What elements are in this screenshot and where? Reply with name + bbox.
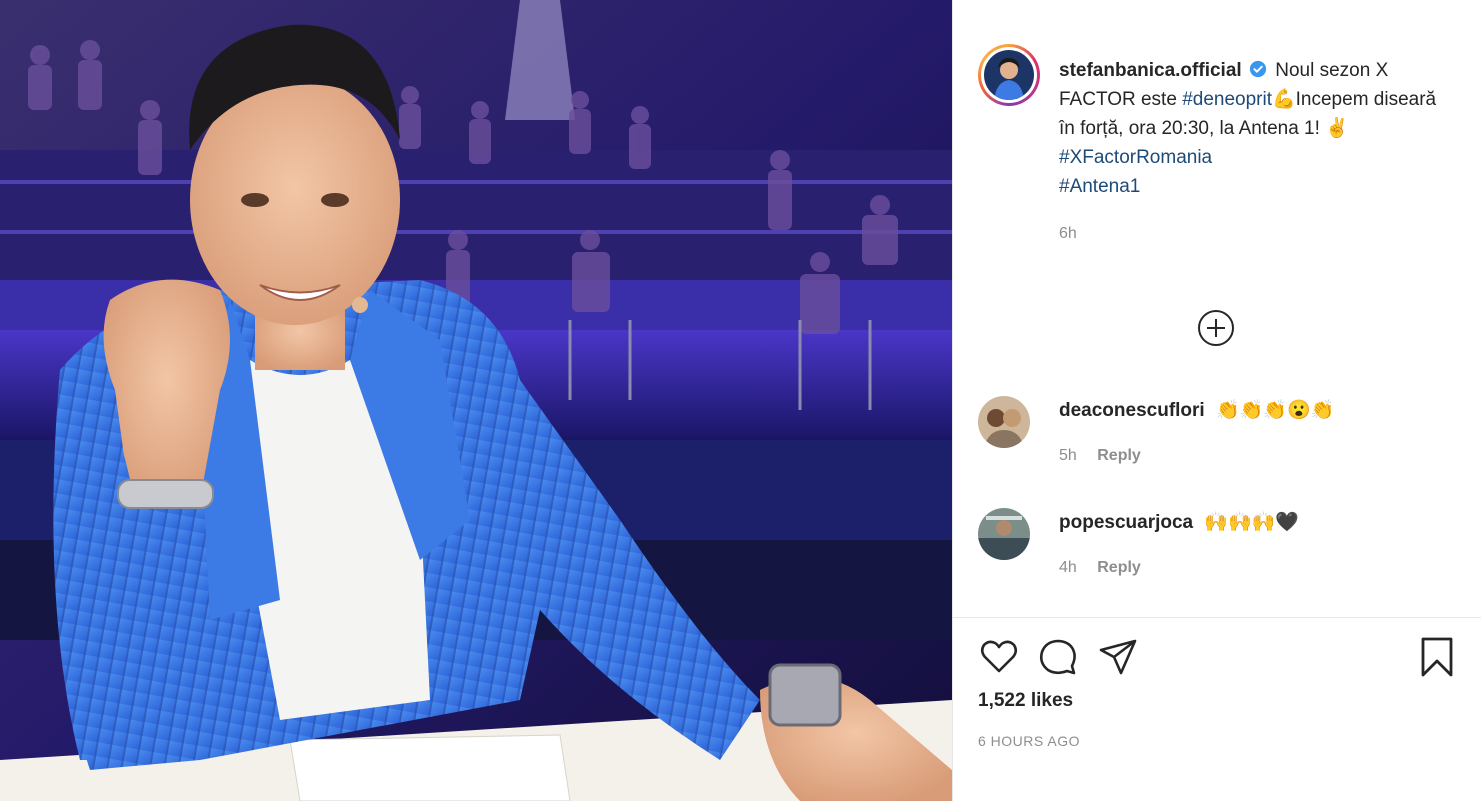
post-caption: stefanbanica.official Noul sezon X FACTO… bbox=[978, 44, 1458, 248]
commenter-avatar[interactable] bbox=[978, 508, 1030, 560]
hashtag-deneoprit[interactable]: #deneoprit bbox=[1182, 89, 1272, 110]
comment-text: 👏👏👏😮👏 bbox=[1216, 400, 1335, 421]
reply-button[interactable]: Reply bbox=[1097, 559, 1141, 576]
divider bbox=[953, 617, 1481, 618]
instagram-post: stefanbanica.official Noul sezon X FACTO… bbox=[0, 0, 1481, 801]
heart-icon[interactable] bbox=[978, 636, 1020, 678]
author-avatar bbox=[984, 50, 1034, 100]
reply-button[interactable]: Reply bbox=[1097, 447, 1141, 464]
comment-text: 🙌🙌🙌🖤 bbox=[1204, 512, 1300, 533]
post-timestamp[interactable]: 6 HOURS AGO bbox=[978, 733, 1080, 749]
comment-timestamp[interactable]: 5h bbox=[1059, 447, 1077, 464]
bookmark-icon[interactable] bbox=[1416, 636, 1458, 678]
comment-username[interactable]: deaconescuflori bbox=[1059, 400, 1205, 421]
comment-item: popescuarjoca 🙌🙌🙌🖤 4h Reply bbox=[978, 508, 1458, 577]
author-username[interactable]: stefanbanica.official bbox=[1059, 60, 1242, 81]
commenter-avatar[interactable] bbox=[978, 396, 1030, 448]
hashtag-antena1[interactable]: #Antena1 bbox=[1059, 176, 1140, 197]
post-photo[interactable] bbox=[0, 0, 952, 801]
verified-badge-icon bbox=[1249, 60, 1267, 78]
caption-body: stefanbanica.official Noul sezon X FACTO… bbox=[1059, 56, 1449, 248]
plus-circle-icon[interactable] bbox=[1197, 309, 1235, 347]
author-avatar-story-ring[interactable] bbox=[978, 44, 1040, 106]
likes-count[interactable]: 1,522 likes bbox=[978, 690, 1073, 712]
post-side-panel: stefanbanica.official Noul sezon X FACTO… bbox=[952, 0, 1481, 801]
hashtag-xfactorromania[interactable]: #XFactorRomania bbox=[1059, 147, 1212, 168]
paper-plane-icon[interactable] bbox=[1097, 636, 1139, 678]
photo-illustration bbox=[0, 0, 952, 801]
comment-item: deaconescuflori 👏👏👏😮👏 5h Reply bbox=[978, 396, 1458, 465]
comment-bubble-icon[interactable] bbox=[1037, 636, 1079, 678]
post-actions-bar bbox=[978, 636, 1458, 680]
comment-username[interactable]: popescuarjoca bbox=[1059, 512, 1193, 533]
caption-timestamp[interactable]: 6h bbox=[1059, 219, 1449, 248]
comment-timestamp[interactable]: 4h bbox=[1059, 559, 1077, 576]
